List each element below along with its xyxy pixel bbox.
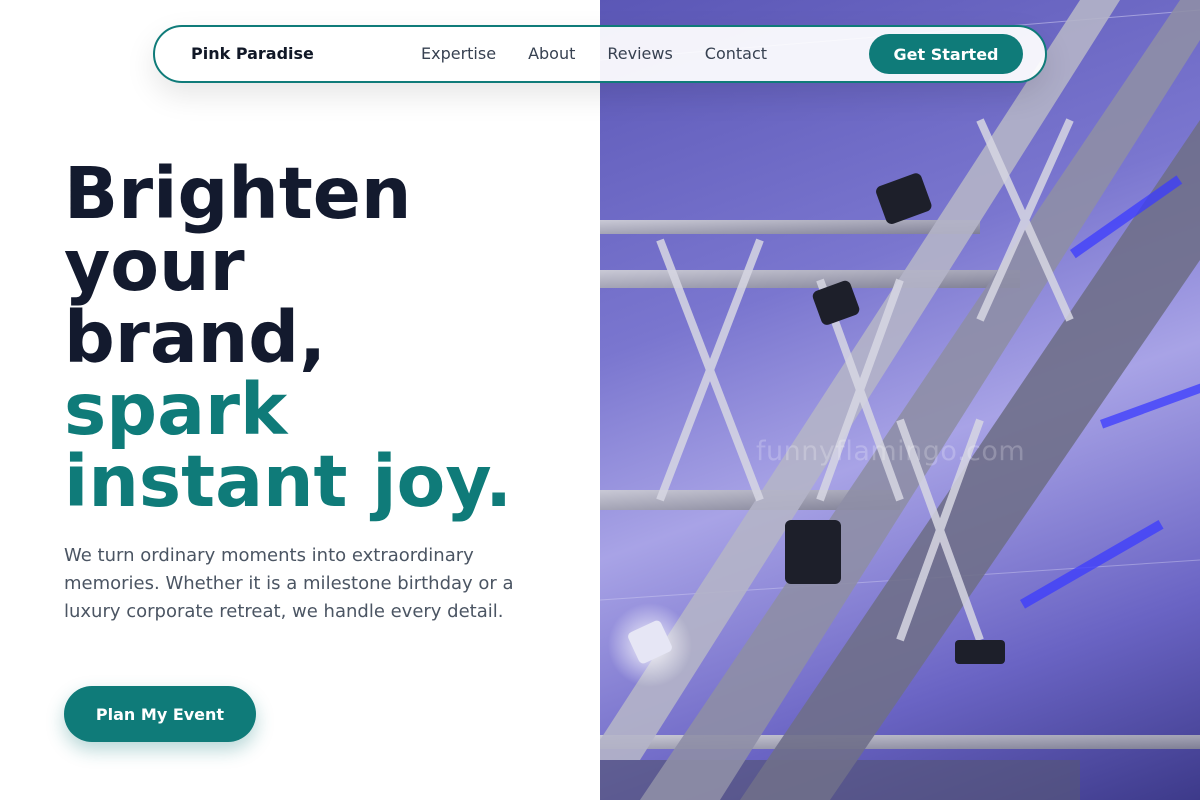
nav-link-contact[interactable]: Contact [705,44,767,63]
headline-line-3: brand, [64,296,327,379]
hero-headline: Brighten your brand, spark instant joy. [64,158,584,518]
truss-illustration [600,0,1200,800]
nav-link-reviews[interactable]: Reviews [607,44,672,63]
plan-my-event-button[interactable]: Plan My Event [64,686,256,742]
hero-image: funnyflamingo.com [600,0,1200,800]
nav-links: Expertise About Reviews Contact [421,44,767,63]
headline-accent-line-1: spark [64,368,288,451]
nav-link-expertise[interactable]: Expertise [421,44,496,63]
hero-description: We turn ordinary moments into extraordin… [64,545,514,622]
headline-line-1: Brighten [64,152,412,235]
headline-line-2: your [64,224,245,307]
headline-accent-line-2: instant joy. [64,440,513,523]
brand-logo-text[interactable]: Pink Paradise [191,44,314,63]
get-started-button[interactable]: Get Started [869,34,1023,74]
nav-link-about[interactable]: About [528,44,575,63]
image-watermark: funnyflamingo.com [756,436,1026,467]
top-navbar: Pink Paradise Expertise About Reviews Co… [153,25,1047,83]
